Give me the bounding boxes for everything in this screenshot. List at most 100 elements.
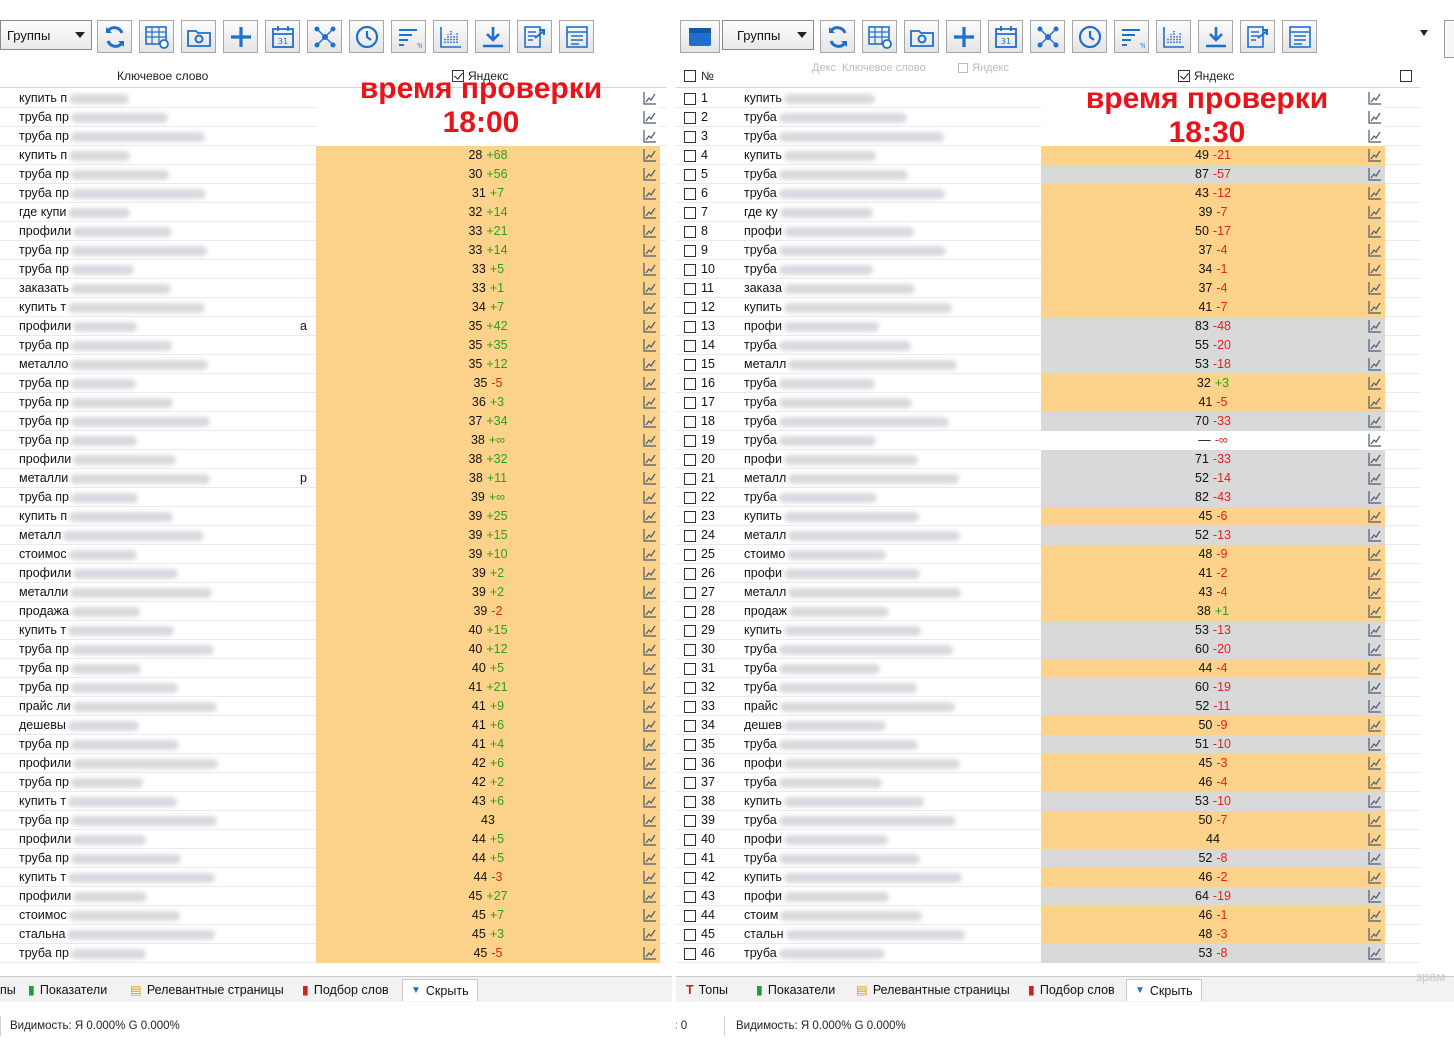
row-checkbox[interactable]: [684, 453, 696, 466]
line-chart-icon[interactable]: [1368, 528, 1382, 542]
table-row[interactable]: 21 металл 52 -14: [676, 469, 1420, 488]
header-num[interactable]: №: [684, 64, 714, 88]
table-row[interactable]: труба пр 41 +21: [0, 678, 666, 697]
row-number-cell[interactable]: 22: [684, 488, 715, 507]
line-chart-icon[interactable]: [1368, 794, 1382, 808]
table-row[interactable]: 39 труба 50 -7: [676, 811, 1420, 830]
row-number-cell[interactable]: 31: [684, 659, 715, 678]
line-chart-icon[interactable]: [1368, 585, 1382, 599]
line-chart-icon[interactable]: [643, 813, 657, 827]
line-chart-icon[interactable]: [1368, 110, 1382, 124]
table-row[interactable]: 30 труба 60 -20: [676, 640, 1420, 659]
row-number-cell[interactable]: 39: [684, 811, 715, 830]
row-number-cell[interactable]: 1: [684, 89, 708, 108]
line-chart-icon[interactable]: [643, 433, 657, 447]
line-chart-icon[interactable]: [643, 395, 657, 409]
line-chart-icon[interactable]: [1368, 376, 1382, 390]
table-row[interactable]: труба пр 37 +34: [0, 412, 666, 431]
tab-indicators[interactable]: ▮ Показатели: [28, 979, 107, 1001]
line-chart-icon[interactable]: [643, 167, 657, 181]
row-checkbox[interactable]: [684, 529, 696, 542]
line-chart-icon[interactable]: [643, 205, 657, 219]
table-row[interactable]: труба пр 41 +4: [0, 735, 666, 754]
table-row[interactable]: 40 профи 44: [676, 830, 1420, 849]
row-checkbox[interactable]: [684, 814, 696, 827]
row-number-cell[interactable]: 18: [684, 412, 715, 431]
row-number-cell[interactable]: 26: [684, 564, 715, 583]
table-row[interactable]: 22 труба 82 -43: [676, 488, 1420, 507]
line-chart-icon[interactable]: [1368, 186, 1382, 200]
row-number-cell[interactable]: 23: [684, 507, 715, 526]
row-number-cell[interactable]: 34: [684, 716, 715, 735]
line-chart-icon[interactable]: [1368, 300, 1382, 314]
row-checkbox[interactable]: [684, 890, 696, 903]
row-checkbox[interactable]: [684, 149, 696, 162]
row-checkbox[interactable]: [684, 282, 696, 295]
row-number-cell[interactable]: 25: [684, 545, 715, 564]
line-chart-icon[interactable]: [1368, 243, 1382, 257]
row-number-cell[interactable]: 9: [684, 241, 708, 260]
row-checkbox[interactable]: [684, 909, 696, 922]
table-row[interactable]: профили 42 +6: [0, 754, 666, 773]
row-checkbox[interactable]: [684, 472, 696, 485]
row-checkbox[interactable]: [684, 795, 696, 808]
line-chart-icon[interactable]: [643, 509, 657, 523]
row-number-cell[interactable]: 2: [684, 108, 708, 127]
row-number-cell[interactable]: 33: [684, 697, 715, 716]
table-row[interactable]: труба пр 33 +14: [0, 241, 666, 260]
line-chart-icon[interactable]: [643, 623, 657, 637]
tab-tops[interactable]: T Топы: [686, 979, 728, 1001]
table-row[interactable]: где купи 32 +14: [0, 203, 666, 222]
table-row[interactable]: труба пр 39 +∞: [0, 488, 666, 507]
row-number-cell[interactable]: 24: [684, 526, 715, 545]
line-chart-icon[interactable]: [643, 756, 657, 770]
row-checkbox[interactable]: [684, 320, 696, 333]
dot-chart-button[interactable]: [1156, 20, 1191, 53]
line-chart-icon[interactable]: [1368, 357, 1382, 371]
line-chart-icon[interactable]: [643, 832, 657, 846]
row-number-cell[interactable]: 44: [684, 906, 715, 925]
line-chart-icon[interactable]: [1368, 471, 1382, 485]
table-row[interactable]: 7 где ку 39 -7: [676, 203, 1420, 222]
line-chart-icon[interactable]: [643, 851, 657, 865]
row-checkbox[interactable]: [684, 225, 696, 238]
row-checkbox[interactable]: [684, 738, 696, 751]
table-row[interactable]: металло 35 +12: [0, 355, 666, 374]
line-chart-icon[interactable]: [1368, 566, 1382, 580]
header-extra-checkbox[interactable]: [1400, 64, 1412, 88]
download-button[interactable]: [475, 20, 510, 53]
groups-select[interactable]: Группы: [0, 20, 92, 50]
line-chart-icon[interactable]: [643, 889, 657, 903]
row-number-cell[interactable]: 11: [684, 279, 714, 298]
table-row[interactable]: труба пр 35 +35: [0, 336, 666, 355]
table-row[interactable]: 11 заказа 37 -4: [676, 279, 1420, 298]
row-checkbox[interactable]: [684, 700, 696, 713]
row-checkbox[interactable]: [684, 586, 696, 599]
line-chart-icon[interactable]: [643, 604, 657, 618]
line-chart-icon[interactable]: [1368, 433, 1382, 447]
line-chart-icon[interactable]: [643, 471, 657, 485]
row-checkbox[interactable]: [684, 662, 696, 675]
table-row[interactable]: 37 труба 46 -4: [676, 773, 1420, 792]
line-chart-icon[interactable]: [1368, 129, 1382, 143]
row-number-cell[interactable]: 35: [684, 735, 715, 754]
line-chart-icon[interactable]: [643, 490, 657, 504]
line-chart-icon[interactable]: [643, 528, 657, 542]
row-number-cell[interactable]: 36: [684, 754, 715, 773]
sort-percent-button[interactable]: %: [391, 20, 426, 53]
table-row[interactable]: 9 труба 37 -4: [676, 241, 1420, 260]
dot-chart-button[interactable]: [433, 20, 468, 53]
table-row[interactable]: 20 профи 71 -33: [676, 450, 1420, 469]
line-chart-icon[interactable]: [643, 585, 657, 599]
line-chart-icon[interactable]: [643, 281, 657, 295]
line-chart-icon[interactable]: [643, 661, 657, 675]
row-checkbox[interactable]: [684, 947, 696, 960]
table-row[interactable]: труба пр 38 +∞: [0, 431, 666, 450]
line-chart-icon[interactable]: [643, 129, 657, 143]
table-row[interactable]: металли 39 +2: [0, 583, 666, 602]
line-chart-icon[interactable]: [1368, 604, 1382, 618]
row-checkbox[interactable]: [684, 168, 696, 181]
row-number-cell[interactable]: 27: [684, 583, 715, 602]
table-row[interactable]: дешевы 41 +6: [0, 716, 666, 735]
table-row[interactable]: 26 профи 41 -2: [676, 564, 1420, 583]
